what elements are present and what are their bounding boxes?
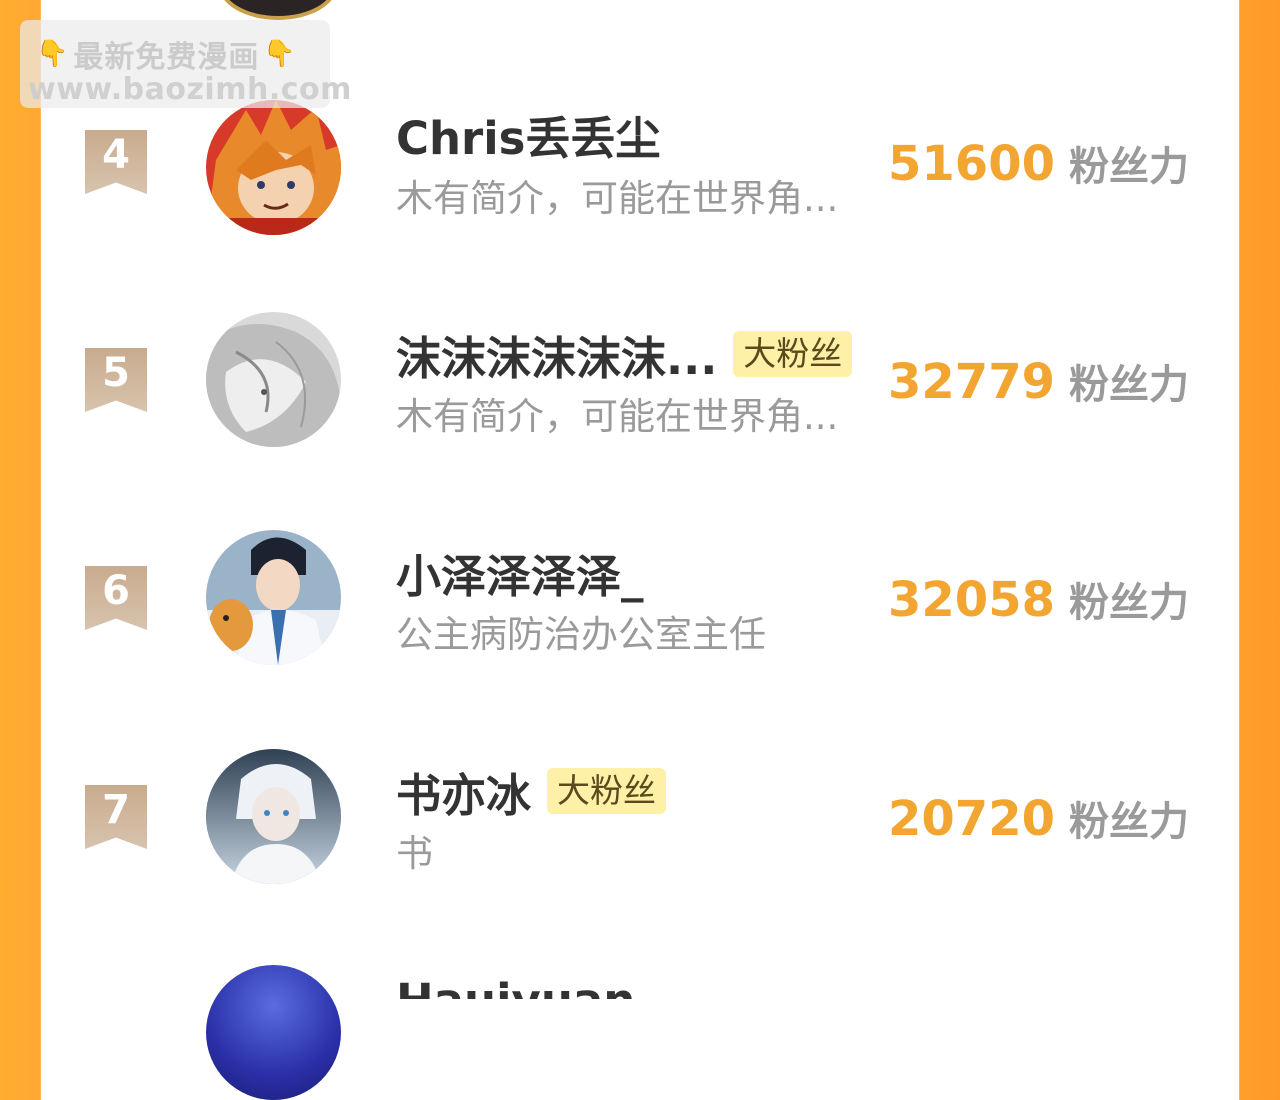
rank-badge: 7 <box>85 785 147 849</box>
rank-badge: 6 <box>85 566 147 630</box>
fan-rank-row[interactable]: 7 书亦冰 大粉丝 书 20720 粉丝力 <box>0 749 1280 909</box>
watermark-url: www.baozimh.com <box>28 72 352 107</box>
fan-power-value: 32779 <box>888 354 1055 410</box>
user-name[interactable]: 书亦冰 <box>396 759 531 824</box>
big-fan-badge: 大粉丝 <box>547 768 667 814</box>
fan-power-unit: 粉丝力 <box>1069 580 1189 626</box>
watermark-title: 最新免费漫画 <box>73 40 260 75</box>
user-name[interactable]: 沫沫沫沫沫沫... <box>396 322 717 387</box>
user-name-line: 沫沫沫沫沫沫... 大粉丝 <box>396 326 853 385</box>
user-avatar[interactable] <box>206 100 341 235</box>
fan-power: 51600 粉丝力 <box>888 134 1189 192</box>
rank-number: 5 <box>102 350 130 396</box>
fan-power-value: 32058 <box>888 572 1055 628</box>
user-bio: 公主病防治办公室主任 <box>396 613 766 656</box>
fan-power-unit: 粉丝力 <box>1069 362 1189 408</box>
fan-power-value: 51600 <box>888 136 1055 192</box>
fan-power-value: 20720 <box>888 791 1055 847</box>
fan-rank-row[interactable]: 4 Chris丢丢尘 木有简介，可能在世界角... 51600 粉丝力 <box>0 98 1280 258</box>
user-bio: 木有简介，可能在世界角... <box>396 395 839 438</box>
user-avatar[interactable] <box>206 312 341 447</box>
fan-power-unit: 粉丝力 <box>1069 144 1189 190</box>
rank-badge: 5 <box>85 348 147 412</box>
user-avatar[interactable] <box>206 749 341 884</box>
pointing-down-icon: 👇 <box>263 39 297 69</box>
user-bio: 木有简介，可能在世界角... <box>396 177 839 220</box>
user-name-line: 书亦冰 大粉丝 <box>396 763 667 822</box>
rank-number: 6 <box>102 568 130 614</box>
pointing-down-icon: 👇 <box>36 39 70 69</box>
fan-power: 32779 粉丝力 <box>888 352 1189 410</box>
rank-badge: 4 <box>85 130 147 194</box>
rank-number: 7 <box>102 787 130 833</box>
fan-power: 20720 粉丝力 <box>888 789 1189 847</box>
big-fan-badge: 大粉丝 <box>733 331 853 377</box>
fan-rank-row[interactable]: 6 小泽泽泽泽_ 公主病防治办公室主任 32058 粉丝力 <box>0 530 1280 690</box>
fan-power-unit: 粉丝力 <box>1069 799 1189 845</box>
fan-power: 32058 粉丝力 <box>888 570 1189 628</box>
user-name[interactable]: Chris丢丢尘 <box>396 102 660 167</box>
fan-rank-row[interactable]: 5 沫沫沫沫沫沫... 大粉丝 木有简介，可能在世界角... 32779 粉丝力 <box>0 312 1280 472</box>
user-name-line: Chris丢丢尘 <box>396 106 660 165</box>
rank-number: 4 <box>102 132 130 178</box>
user-bio: 书 <box>396 832 433 875</box>
user-name[interactable]: 小泽泽泽泽_ <box>396 540 644 605</box>
user-avatar-partial[interactable] <box>206 965 341 1100</box>
watermark: 👇 最新免费漫画 👇 www.baozimh.com <box>20 20 351 108</box>
watermark-line1: 👇 最新免费漫画 👇 <box>36 32 297 76</box>
user-name-line: 小泽泽泽泽_ <box>396 544 644 603</box>
user-avatar[interactable] <box>206 530 341 665</box>
user-name-partial[interactable]: Hauiyuan <box>396 978 635 999</box>
